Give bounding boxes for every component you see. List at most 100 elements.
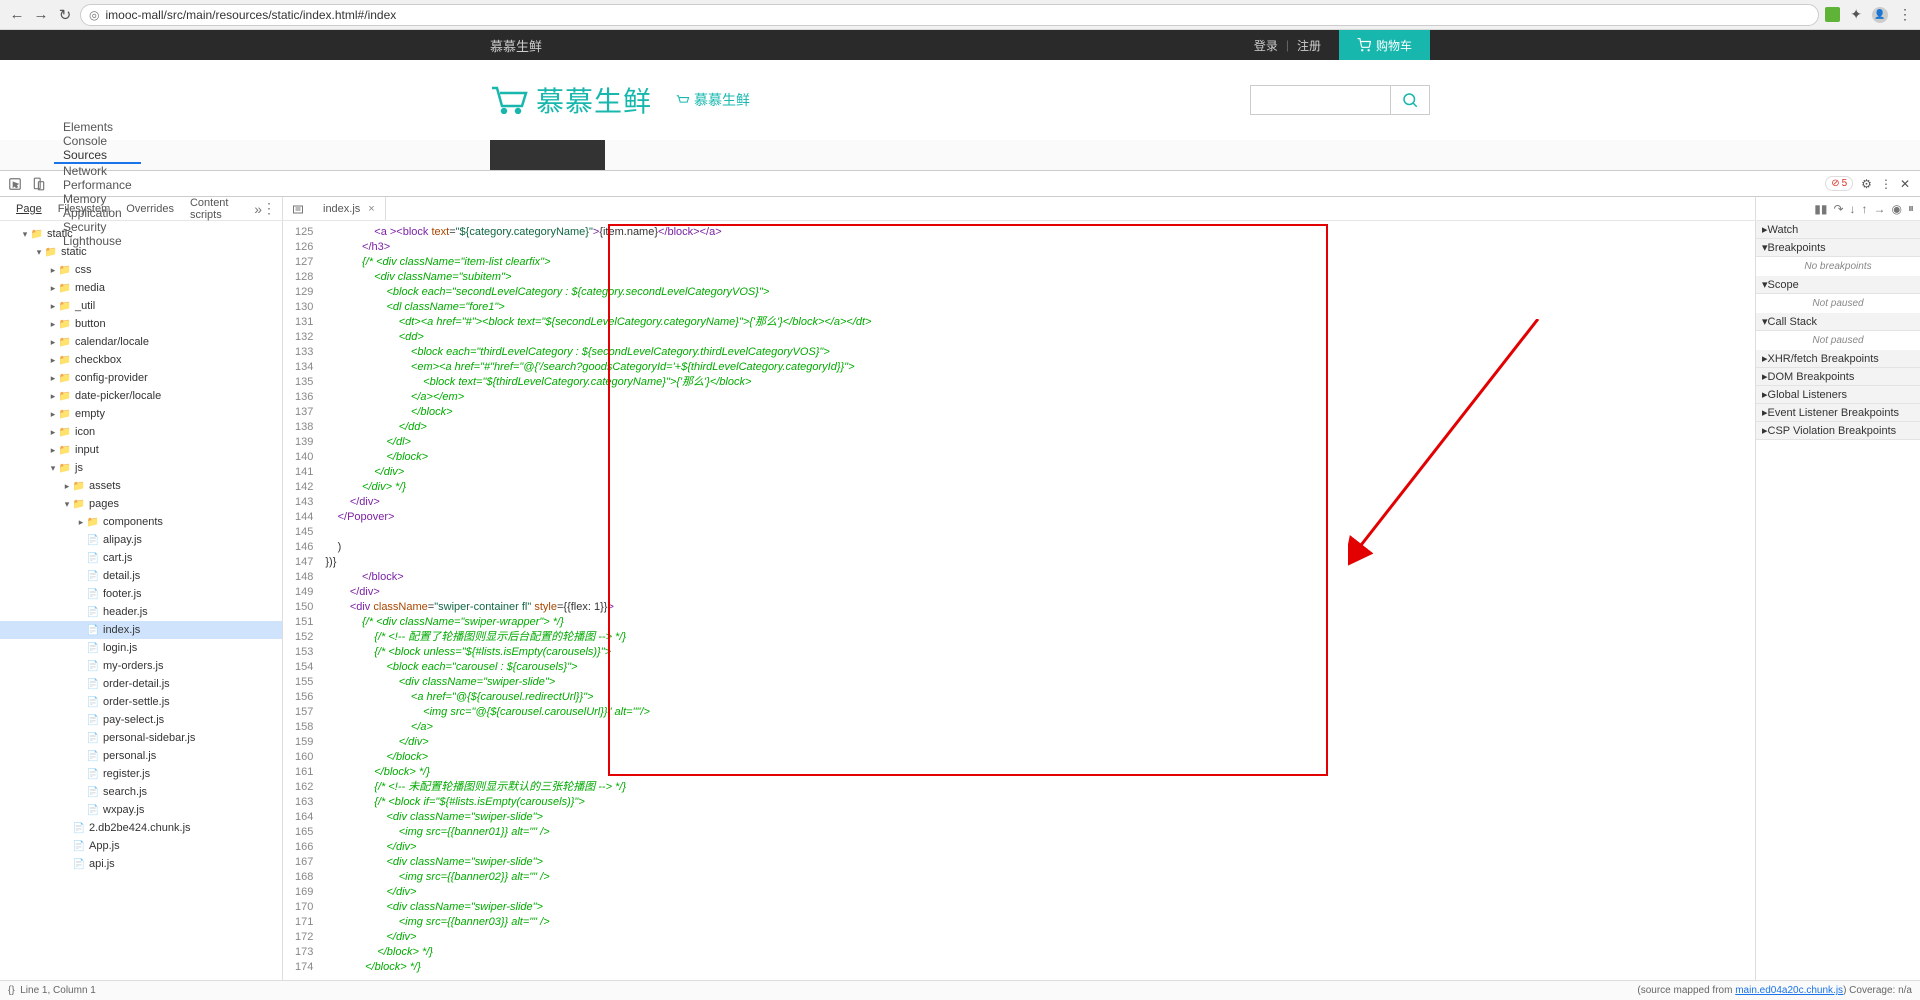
- code-line-168[interactable]: <img src={{banner02}} alt="" />: [321, 870, 871, 885]
- step-into-icon[interactable]: ↓: [1850, 202, 1856, 216]
- close-tab-icon[interactable]: ×: [368, 203, 374, 215]
- device-toggle-icon[interactable]: [30, 175, 48, 193]
- code-line-154[interactable]: <block each="carousel : ${carousels}">: [321, 660, 871, 675]
- step-icon[interactable]: →: [1874, 202, 1886, 216]
- devtools-tab-elements[interactable]: Elements: [54, 120, 141, 134]
- format-icon[interactable]: {}: [8, 985, 15, 996]
- tree-config[interactable]: ▸📁config-provider: [0, 369, 282, 387]
- callstack-section[interactable]: ▾ Call Stack: [1756, 313, 1920, 331]
- forward-button[interactable]: →: [32, 6, 50, 24]
- code-editor[interactable]: 1251261271281291301311321331341351361371…: [283, 221, 1755, 980]
- nav-files-icon[interactable]: [289, 200, 307, 218]
- tree-search[interactable]: 📄search.js: [0, 783, 282, 801]
- code-line-169[interactable]: </div>: [321, 885, 871, 900]
- pause-icon[interactable]: ▮▮: [1814, 202, 1827, 216]
- code-line-133[interactable]: <block each="thirdLevelCategory : ${seco…: [321, 345, 871, 360]
- tree-input[interactable]: ▸📁input: [0, 441, 282, 459]
- code-line-172[interactable]: </div>: [321, 930, 871, 945]
- tree-js[interactable]: ▾📁js: [0, 459, 282, 477]
- tree-index[interactable]: 📄index.js: [0, 621, 282, 639]
- evernote-icon[interactable]: [1825, 7, 1840, 22]
- deactivate-bp-icon[interactable]: ◉: [1892, 202, 1902, 216]
- code-line-132[interactable]: <dd>: [321, 330, 871, 345]
- tree-personalsidebar[interactable]: 📄personal-sidebar.js: [0, 729, 282, 747]
- cart-button[interactable]: 购物车: [1339, 30, 1430, 60]
- category-menu-trigger[interactable]: [490, 140, 605, 170]
- code-line-153[interactable]: {/* <block unless="${#lists.isEmpty(caro…: [321, 645, 871, 660]
- code-line-152[interactable]: {/* <!-- 配置了轮播图则显示后台配置的轮播图 --> */}: [321, 630, 871, 645]
- tree-register[interactable]: 📄register.js: [0, 765, 282, 783]
- code-line-161[interactable]: </block> */}: [321, 765, 871, 780]
- tree-assets[interactable]: ▸📁assets: [0, 477, 282, 495]
- sources-subtab-overrides[interactable]: Overrides: [118, 203, 182, 215]
- sources-subtab-filesystem[interactable]: Filesystem: [50, 203, 119, 215]
- code-line-138[interactable]: </dd>: [321, 420, 871, 435]
- code-line-158[interactable]: </a>: [321, 720, 871, 735]
- step-over-icon[interactable]: ↷: [1833, 202, 1843, 216]
- code-line-141[interactable]: </div>: [321, 465, 871, 480]
- devtools-tab-performance[interactable]: Performance: [54, 178, 141, 192]
- search-button[interactable]: [1390, 85, 1430, 115]
- tree-media[interactable]: ▸📁media: [0, 279, 282, 297]
- code-line-137[interactable]: </block>: [321, 405, 871, 420]
- code-line-142[interactable]: </div> */}: [321, 480, 871, 495]
- more-subtabs-icon[interactable]: »: [254, 201, 262, 217]
- search-input[interactable]: [1250, 85, 1390, 115]
- tree-components[interactable]: ▸📁components: [0, 513, 282, 531]
- sources-subtab-content-scripts[interactable]: Content scripts: [182, 197, 250, 221]
- chrome-menu-icon[interactable]: ⋮: [1898, 6, 1912, 23]
- code-line-129[interactable]: <block each="secondLevelCategory : ${cat…: [321, 285, 871, 300]
- code-line-151[interactable]: {/* <div className="swiper-wrapper"> */}: [321, 615, 871, 630]
- code-line-126[interactable]: </h3>: [321, 240, 871, 255]
- code-line-125[interactable]: <a ><block text="${category.categoryName…: [321, 225, 871, 240]
- tree-util[interactable]: ▸📁_util: [0, 297, 282, 315]
- code-line-160[interactable]: </block>: [321, 750, 871, 765]
- code-line-131[interactable]: <dt><a href="#"><block text="${secondLev…: [321, 315, 871, 330]
- tree-header[interactable]: 📄header.js: [0, 603, 282, 621]
- tree-button[interactable]: ▸📁button: [0, 315, 282, 333]
- pane-menu-icon[interactable]: ⋮: [262, 200, 276, 217]
- watch-section[interactable]: ▸ Watch: [1756, 221, 1920, 239]
- settings-icon[interactable]: ⚙: [1861, 177, 1872, 191]
- inspect-icon[interactable]: [6, 175, 24, 193]
- code-line-144[interactable]: </Popover>: [321, 510, 871, 525]
- tree-app[interactable]: 📄App.js: [0, 837, 282, 855]
- reload-button[interactable]: ↻: [56, 6, 74, 24]
- tree-icon[interactable]: ▸📁icon: [0, 423, 282, 441]
- code-line-156[interactable]: <a href="@{${carousel.redirectUrl}}">: [321, 690, 871, 705]
- tree-payselect[interactable]: 📄pay-select.js: [0, 711, 282, 729]
- step-out-icon[interactable]: ↑: [1862, 202, 1868, 216]
- tree-personal[interactable]: 📄personal.js: [0, 747, 282, 765]
- address-bar[interactable]: ◎ imooc-mall/src/main/resources/static/i…: [80, 4, 1819, 26]
- code-line-155[interactable]: <div className="swiper-slide">: [321, 675, 871, 690]
- code-line-145[interactable]: [321, 525, 871, 540]
- sources-subtab-page[interactable]: Page: [8, 203, 50, 215]
- xhr-breakpoints-section[interactable]: ▸ XHR/fetch Breakpoints: [1756, 350, 1920, 368]
- register-link[interactable]: 注册: [1297, 37, 1321, 54]
- code-line-173[interactable]: </block> */}: [321, 945, 871, 960]
- code-line-128[interactable]: <div className="subitem">: [321, 270, 871, 285]
- devtools-tab-console[interactable]: Console: [54, 134, 141, 148]
- file-tab-indexjs[interactable]: index.js ×: [313, 197, 386, 220]
- code-line-135[interactable]: <block text="${thirdLevelCategory.catego…: [321, 375, 871, 390]
- code-line-174[interactable]: </block> */}: [321, 960, 871, 975]
- code-line-147[interactable]: })}: [321, 555, 871, 570]
- global-listeners-section[interactable]: ▸ Global Listeners: [1756, 386, 1920, 404]
- file-navigator[interactable]: ▾📁static▾📁static▸📁css▸📁media▸📁_util▸📁but…: [0, 221, 283, 980]
- dom-breakpoints-section[interactable]: ▸ DOM Breakpoints: [1756, 368, 1920, 386]
- code-line-159[interactable]: </div>: [321, 735, 871, 750]
- tree-empty[interactable]: ▸📁empty: [0, 405, 282, 423]
- code-line-170[interactable]: <div className="swiper-slide">: [321, 900, 871, 915]
- site-logo[interactable]: 慕慕生鲜 慕慕生鲜: [490, 80, 750, 120]
- tree-css[interactable]: ▸📁css: [0, 261, 282, 279]
- tree-myorders[interactable]: 📄my-orders.js: [0, 657, 282, 675]
- profile-avatar[interactable]: 👤: [1872, 7, 1888, 23]
- error-badge[interactable]: ⊘5: [1825, 176, 1853, 191]
- code-line-136[interactable]: </a></em>: [321, 390, 871, 405]
- code-line-162[interactable]: {/* <!-- 未配置轮播图则显示默认的三张轮播图 --> */}: [321, 780, 871, 795]
- tree-wxpay[interactable]: 📄wxpay.js: [0, 801, 282, 819]
- sourcemap-link[interactable]: main.ed04a20c.chunk.js: [1735, 985, 1843, 996]
- tree-chunk[interactable]: 📄2.db2be424.chunk.js: [0, 819, 282, 837]
- code-line-171[interactable]: <img src={{banner03}} alt="" />: [321, 915, 871, 930]
- code-line-140[interactable]: </block>: [321, 450, 871, 465]
